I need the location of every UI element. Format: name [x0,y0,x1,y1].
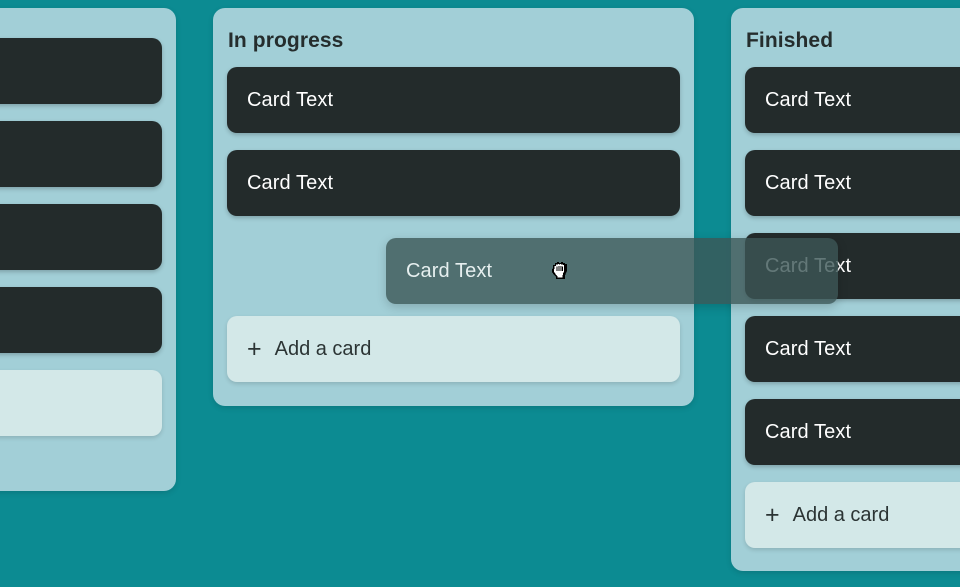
add-a-card-button[interactable]: + [0,370,162,436]
kanban-board: Card Text Card Text Card Text Card Text … [0,0,960,587]
plus-icon: + [247,334,262,363]
add-a-card-label: Add a card [792,504,890,526]
card-text: Card Text [247,89,334,111]
card[interactable]: Card Text [745,67,960,133]
card[interactable]: Card Text [745,150,960,216]
card[interactable]: Card Text [0,121,162,187]
add-a-card-label: Add a card [274,338,372,360]
board-column-todo[interactable]: Card Text Card Text Card Text Card Text … [0,8,176,491]
card-text: Card Text [247,172,334,194]
card[interactable]: Card Text [0,38,162,104]
card-text: Card Text [765,89,852,111]
board-column-in-progress[interactable]: In progress Card Text Card Text + Add a … [213,8,694,406]
card[interactable]: Card Text [745,316,960,382]
dragged-card-text: Card Text [406,260,493,282]
card[interactable]: Card Text [227,67,680,133]
column-title-in-progress: In progress [228,29,344,52]
add-a-card-button[interactable]: + Add a card [745,482,960,548]
card-text: Card Text [765,338,852,360]
plus-icon: + [765,500,780,529]
dragged-card[interactable]: Card Text [386,238,838,304]
card[interactable]: Card Text [0,287,162,353]
card[interactable]: Card Text [227,150,680,216]
card[interactable]: Card Text [0,204,162,270]
add-a-card-button[interactable]: + Add a card [227,316,680,382]
card-text: Card Text [765,172,852,194]
card-text: Card Text [765,421,852,443]
card[interactable]: Card Text [745,399,960,465]
column-title-finished: Finished [746,29,834,52]
